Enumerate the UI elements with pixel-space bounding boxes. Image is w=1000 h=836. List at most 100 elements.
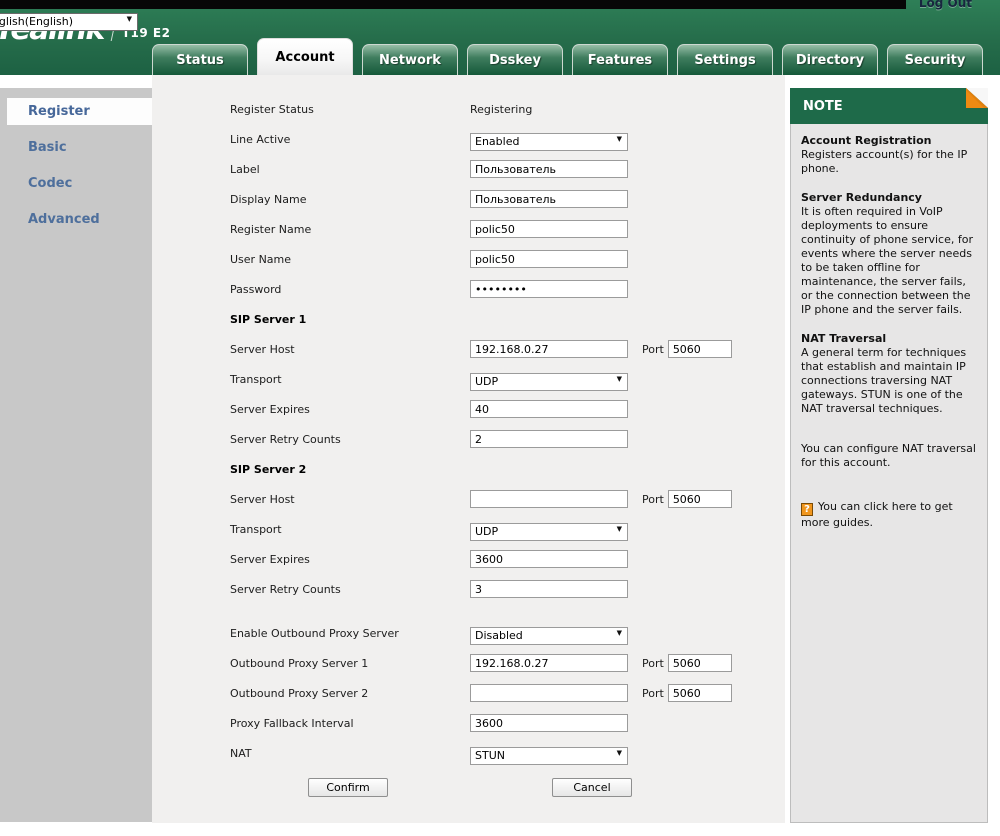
row-sip2-server-host: Server Host Port [230,484,785,514]
folded-corner-icon [966,88,988,108]
label-label: Label [230,162,260,176]
language-select-wrap: English(English) ▼ [0,10,138,31]
sip2-retry-counts-input[interactable] [470,580,628,598]
outbound-proxy-1-port-input[interactable] [667,654,732,672]
row-sip1-transport: Transport UDP ▼ [230,364,785,394]
account-register-form: Register Status Registering Line Active … [152,75,785,823]
label-input[interactable] [470,160,628,178]
line-active-label: Line Active [230,132,291,146]
row-sip1-server-host: Server Host Port [230,334,785,364]
password-input[interactable] [470,280,628,298]
tab-security[interactable]: Security [887,44,983,75]
note-extra-text: You can configure NAT traversal for this… [801,442,976,469]
sidebar-item-codec[interactable]: Codec [0,170,152,197]
row-sip2-retry-counts: Server Retry Counts [230,574,785,604]
cancel-button[interactable]: Cancel [552,778,632,797]
confirm-button[interactable]: Confirm [308,778,388,797]
line-active-select[interactable]: Enabled [470,132,628,151]
tab-features[interactable]: Features [572,44,668,75]
outbound-proxy-1-label: Outbound Proxy Server 1 [230,656,369,670]
outbound-proxy-2-input[interactable] [470,684,628,702]
password-label: Password [230,282,282,296]
sip1-retry-counts-input[interactable] [470,430,628,448]
sip1-transport-label: Transport [230,372,282,386]
row-sip2-transport: Transport UDP ▼ [230,514,785,544]
tab-directory[interactable]: Directory [782,44,878,75]
note-panel: NOTE Account Registration Registers acco… [790,88,988,823]
sip1-port-label: Port [642,342,664,356]
top-black-strip [0,0,906,9]
register-name-label: Register Name [230,222,312,236]
sip2-port-input[interactable] [667,490,732,508]
nat-select[interactable]: STUN [470,746,628,765]
note-help-text: You can click here to get more guides. [801,500,953,529]
logout-link[interactable]: Log Out [919,0,972,10]
sip2-retry-counts-label: Server Retry Counts [230,582,341,596]
register-name-input[interactable] [470,220,628,238]
sip1-server-expires-label: Server Expires [230,402,310,416]
sip2-transport-select[interactable]: UDP [470,522,628,541]
sidebar-item-register[interactable]: Register [7,98,152,125]
register-status-label: Register Status [230,102,314,116]
tab-status[interactable]: Status [152,44,248,75]
sip2-server-expires-label: Server Expires [230,552,310,566]
sip2-server-expires-input[interactable] [470,550,628,568]
main-nav-tabs: Status Account Network Dsskey Features S… [152,38,983,75]
proxy-fallback-interval-label: Proxy Fallback Interval [230,716,354,730]
tab-account[interactable]: Account [257,38,353,75]
sip-server-2-heading: SIP Server 2 [230,462,307,476]
row-register-status: Register Status Registering [230,94,785,124]
sip2-server-host-label: Server Host [230,492,295,506]
note-section-account-registration: Account Registration Registers account(s… [801,134,968,175]
note-section-server-redundancy: Server Redundancy It is often required i… [801,191,973,316]
outbound-proxy-1-input[interactable] [470,654,628,672]
row-enable-outbound-proxy: Enable Outbound Proxy Server Disabled ▼ [230,618,785,648]
help-icon[interactable]: ? [801,503,813,516]
note-title: NOTE [803,98,843,114]
header: Yealink T19 E2 Log Out English(English) … [0,0,1000,75]
sip1-port-input[interactable] [667,340,732,358]
row-register-name: Register Name [230,214,785,244]
tab-settings[interactable]: Settings [677,44,773,75]
row-sip1-server-expires: Server Expires [230,394,785,424]
tab-network[interactable]: Network [362,44,458,75]
sip2-server-host-input[interactable] [470,490,628,508]
row-outbound-proxy-1: Outbound Proxy Server 1 Port [230,648,785,678]
row-proxy-fallback-interval: Proxy Fallback Interval [230,708,785,738]
row-display-name: Display Name [230,184,785,214]
sip1-server-host-input[interactable] [470,340,628,358]
register-status-value: Registering [470,102,533,116]
display-name-label: Display Name [230,192,307,206]
sip-server-1-heading: SIP Server 1 [230,312,307,326]
language-select[interactable]: English(English) [0,12,138,31]
note-panel-header: NOTE [790,88,988,124]
sip2-port-label: Port [642,492,664,506]
user-name-label: User Name [230,252,292,266]
nat-label: NAT [230,746,252,760]
row-sip2-server-expires: Server Expires [230,544,785,574]
sidebar-item-advanced[interactable]: Advanced [0,206,152,233]
sip1-transport-select[interactable]: UDP [470,372,628,391]
sip1-server-expires-input[interactable] [470,400,628,418]
yealink-web-ui: Yealink T19 E2 Log Out English(English) … [0,0,1000,836]
row-nat: NAT STUN ▼ [230,738,785,768]
sip1-server-host-label: Server Host [230,342,295,356]
row-label: Label [230,154,785,184]
row-sip1-retry-counts: Server Retry Counts [230,424,785,454]
row-outbound-proxy-2: Outbound Proxy Server 2 Port [230,678,785,708]
note-help-line: ? You can click here to get more guides. [801,500,977,530]
sidebar: Register Basic Codec Advanced [0,88,152,822]
sidebar-item-basic[interactable]: Basic [0,134,152,161]
sip2-transport-label: Transport [230,522,282,536]
enable-outbound-proxy-select[interactable]: Disabled [470,626,628,645]
outbound-proxy-2-label: Outbound Proxy Server 2 [230,686,369,700]
row-password: Password [230,274,785,304]
user-name-input[interactable] [470,250,628,268]
proxy-fallback-interval-input[interactable] [470,714,628,732]
enable-outbound-proxy-label: Enable Outbound Proxy Server [230,626,399,640]
tab-dsskey[interactable]: Dsskey [467,44,563,75]
form-buttons: Confirm Cancel [230,778,785,797]
display-name-input[interactable] [470,190,628,208]
outbound-proxy-2-port-input[interactable] [667,684,732,702]
outbound-proxy-2-port-label: Port [642,686,664,700]
